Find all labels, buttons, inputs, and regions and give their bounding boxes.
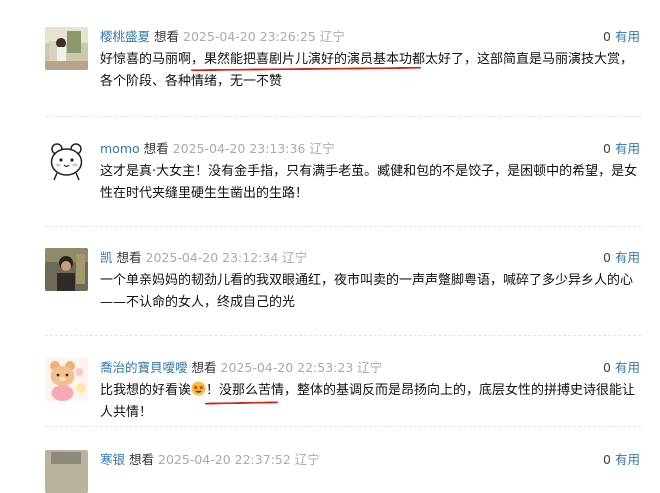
rating-status: 想看	[143, 141, 169, 156]
comment-text-part: 比我想的好看诶	[100, 383, 192, 398]
rating-status: 想看	[154, 29, 180, 44]
comment-time: 2025-04-20 23:26:25	[183, 29, 316, 44]
useful-button[interactable]: 有用	[615, 360, 640, 375]
comment-location: 辽宁	[294, 452, 320, 467]
vote-area: 0 有用	[603, 450, 640, 470]
user-photo-icon	[45, 27, 88, 70]
vote-count: 0	[603, 452, 611, 467]
username-link[interactable]: 凯	[100, 250, 113, 265]
comment-time: 2025-04-20 22:37:52	[158, 452, 291, 467]
comment-time: 2025-04-20 23:13:36	[172, 141, 306, 156]
avatar[interactable]	[45, 450, 88, 493]
star-struck-emoji-icon	[191, 381, 206, 396]
avatar[interactable]	[45, 27, 88, 70]
rating-status: 想看	[116, 250, 142, 265]
bear-avatar-icon	[45, 358, 88, 401]
comment-time: 2025-04-20 23:12:34	[145, 250, 279, 265]
comment-text: 好惊喜的马丽啊，果然能把喜剧片儿演好的演员基本功都太好了，这部简直是马丽演技大赏…	[100, 52, 634, 89]
avatar[interactable]	[45, 358, 88, 401]
user-photo-icon	[45, 248, 88, 291]
vote-count: 0	[603, 250, 611, 265]
comment-location: 辽宁	[357, 360, 383, 375]
divider	[45, 335, 641, 336]
avatar[interactable]	[45, 248, 88, 291]
rating-status: 想看	[191, 360, 217, 375]
comment-meta: 樱桃盛夏 想看 2025-04-20 23:26:25 辽宁	[100, 27, 345, 47]
useful-button[interactable]: 有用	[615, 29, 640, 44]
divider	[45, 426, 641, 427]
comment-meta: 喬治的寶貝噯噯 想看 2025-04-20 22:53:23 辽宁	[100, 358, 382, 378]
username-link[interactable]: 寒银	[100, 452, 125, 467]
vote-area: 0 有用	[603, 27, 640, 47]
vote-count: 0	[603, 29, 611, 44]
username-link[interactable]: 樱桃盛夏	[100, 29, 150, 44]
comment-location: 辽宁	[309, 141, 335, 156]
avatar[interactable]	[45, 139, 88, 182]
vote-area: 0 有用	[603, 248, 640, 268]
comment-location: 辽宁	[319, 29, 345, 44]
username-link[interactable]: momo	[100, 141, 140, 156]
divider	[45, 116, 641, 117]
comment-text: 这才是真·大女主！没有金手指，只有满手老茧。臧健和包的不是饺子，是困顿中的希望，…	[100, 164, 638, 201]
comment-meta: momo 想看 2025-04-20 23:13:36 辽宁	[100, 139, 334, 159]
comment-location: 辽宁	[282, 250, 308, 265]
comment-time: 2025-04-20 22:53:23	[220, 360, 354, 375]
comment-meta: 寒银 想看 2025-04-20 22:37:52 辽宁	[100, 450, 320, 470]
comment-text: 比我想的好看诶 ！没那么苦情，整体的基调反而是昂扬向上的，底层女性的拼搏史诗很能让…	[100, 380, 644, 424]
vote-area: 0 有用	[603, 139, 640, 159]
comment-text: 一个单亲妈妈的韧劲儿看的我双眼通红，夜市叫卖的一声声蹩脚粤语，喊碎了多少异乡人的…	[100, 273, 634, 310]
username-link[interactable]: 喬治的寶貝噯噯	[100, 360, 188, 375]
vote-count: 0	[603, 360, 611, 375]
cartoon-avatar-icon	[45, 139, 88, 182]
vote-area: 0 有用	[603, 358, 640, 378]
vote-count: 0	[603, 141, 611, 156]
rating-status: 想看	[129, 452, 155, 467]
user-photo-icon	[45, 450, 88, 493]
useful-button[interactable]: 有用	[615, 250, 640, 265]
divider	[45, 226, 641, 227]
useful-button[interactable]: 有用	[615, 452, 640, 467]
comment-meta: 凯想看 2025-04-20 23:12:34 辽宁	[100, 248, 307, 268]
useful-button[interactable]: 有用	[615, 141, 640, 156]
